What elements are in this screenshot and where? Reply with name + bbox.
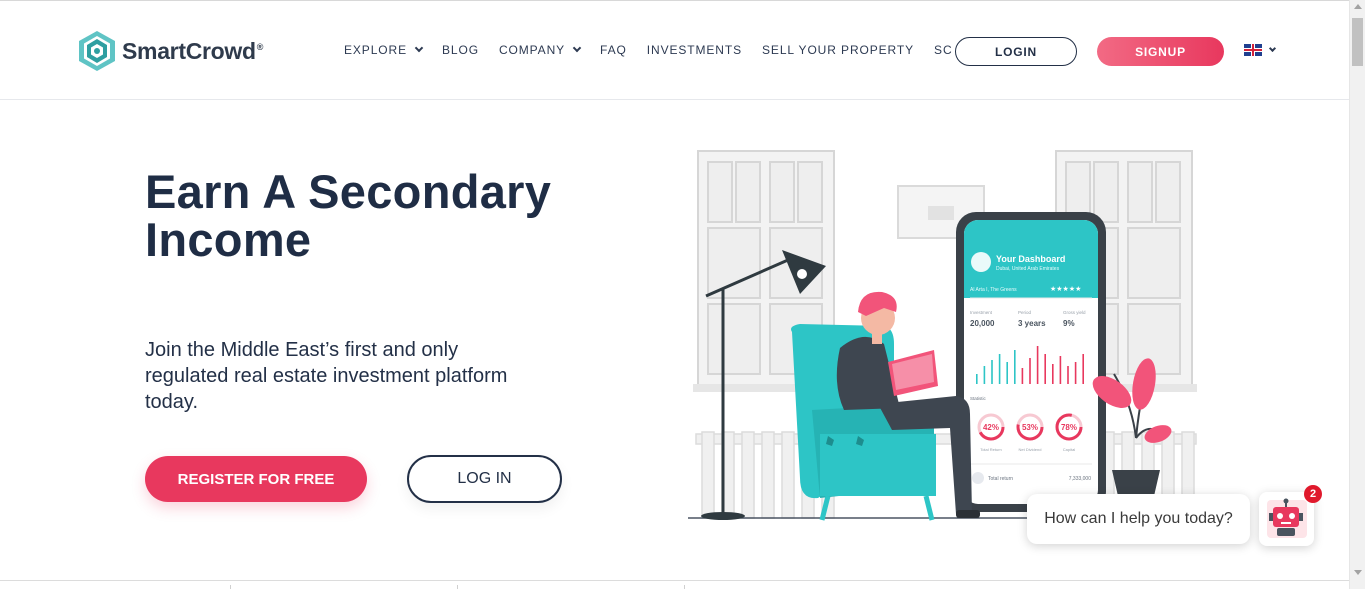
svg-text:Net Dividend: Net Dividend (1019, 447, 1042, 452)
phone-dashboard: Your Dashboard Dubai, United Arab Emirat… (956, 212, 1106, 512)
svg-text:Statistic: Statistic (970, 396, 987, 401)
smartcrowd-logo-icon (79, 31, 115, 71)
brand-logo[interactable]: SmartCrowd® (78, 30, 263, 72)
svg-text:20,000: 20,000 (970, 319, 995, 328)
svg-text:9%: 9% (1063, 319, 1075, 328)
phone-chart-bar (1029, 358, 1031, 384)
svg-text:Gross yield: Gross yield (1063, 310, 1086, 315)
svg-text:Total Return: Total Return (980, 447, 1002, 452)
svg-text:Period: Period (1018, 310, 1032, 315)
nav-sell-your-property[interactable]: SELL YOUR PROPERTY (762, 43, 914, 57)
phone-chart-bar (1074, 362, 1077, 384)
top-border (0, 0, 1349, 4)
phone-chart-bar (1021, 368, 1024, 384)
phone-chart-bar (1036, 346, 1039, 384)
phone-chart-bar (1067, 366, 1069, 384)
svg-text:Total return: Total return (988, 476, 1013, 482)
hero-illustration: Your Dashboard Dubai, United Arab Emirat… (688, 150, 1208, 521)
scroll-up-arrow-icon[interactable] (1354, 4, 1362, 9)
svg-text:★★★★★: ★★★★★ (1050, 285, 1081, 293)
phone-chart-bar (998, 354, 1001, 384)
hero-login-button[interactable]: LOG IN (407, 455, 562, 503)
svg-text:3 years: 3 years (1018, 319, 1046, 328)
site-header: SmartCrowd® EXPLORE BLOG COMPANY FAQ INV… (0, 5, 1349, 100)
phone-chart-bar (983, 366, 986, 384)
phone-chart-bar (1082, 354, 1084, 384)
scrollbar-thumb[interactable] (1352, 18, 1363, 66)
phone-chart-bar (1059, 356, 1062, 384)
chat-prompt-bubble[interactable]: How can I help you today? (1027, 494, 1250, 544)
register-for-free-button[interactable]: REGISTER FOR FREE (145, 456, 367, 502)
hero-title: Earn A Secondary Income (145, 165, 552, 266)
nav-blog[interactable]: BLOG (442, 43, 479, 57)
svg-text:Investment: Investment (970, 310, 993, 315)
svg-text:53%: 53% (1022, 423, 1038, 432)
svg-text:42%: 42% (983, 423, 999, 432)
header-login-button[interactable]: LOGIN (955, 37, 1077, 66)
phone-chart-bar (1052, 364, 1054, 384)
phone-chart-bar (976, 374, 978, 384)
vertical-scrollbar[interactable] (1349, 0, 1365, 589)
chevron-down-icon (572, 43, 582, 53)
phone-chart-bar (1006, 362, 1008, 384)
phone-dashboard-title: Your Dashboard (996, 254, 1065, 264)
hero-subtitle: Join the Middle East’s first and only re… (145, 339, 508, 413)
phone-chart-bar (991, 360, 993, 384)
phone-location: Dubai, United Arab Emirates (996, 266, 1060, 272)
chevron-down-icon (414, 43, 424, 53)
brand-name: SmartCrowd® (122, 37, 264, 64)
nav-faq[interactable]: FAQ (600, 43, 627, 57)
language-selector[interactable] (1244, 44, 1277, 56)
scroll-down-arrow-icon[interactable] (1354, 570, 1362, 575)
next-section-edge (0, 580, 1349, 589)
phone-chart-bar (1014, 350, 1016, 384)
chevron-down-icon (1268, 44, 1277, 52)
main-nav: EXPLORE BLOG COMPANY FAQ INVESTMENTS SEL… (344, 43, 1012, 57)
nav-investments[interactable]: INVESTMENTS (647, 43, 742, 57)
nav-company[interactable]: COMPANY (499, 43, 582, 57)
phone-chart-bar (1044, 354, 1046, 384)
chat-notification-badge: 2 (1304, 485, 1322, 503)
svg-text:Capital: Capital (1063, 447, 1076, 452)
uk-flag-icon (1244, 44, 1262, 56)
nav-explore[interactable]: EXPLORE (344, 43, 424, 57)
svg-text:7,333,000: 7,333,000 (1069, 476, 1091, 482)
svg-text:78%: 78% (1061, 423, 1077, 432)
phone-property: Al Arta I, The Greens (970, 287, 1017, 293)
header-signup-button[interactable]: SIGNUP (1097, 37, 1224, 66)
